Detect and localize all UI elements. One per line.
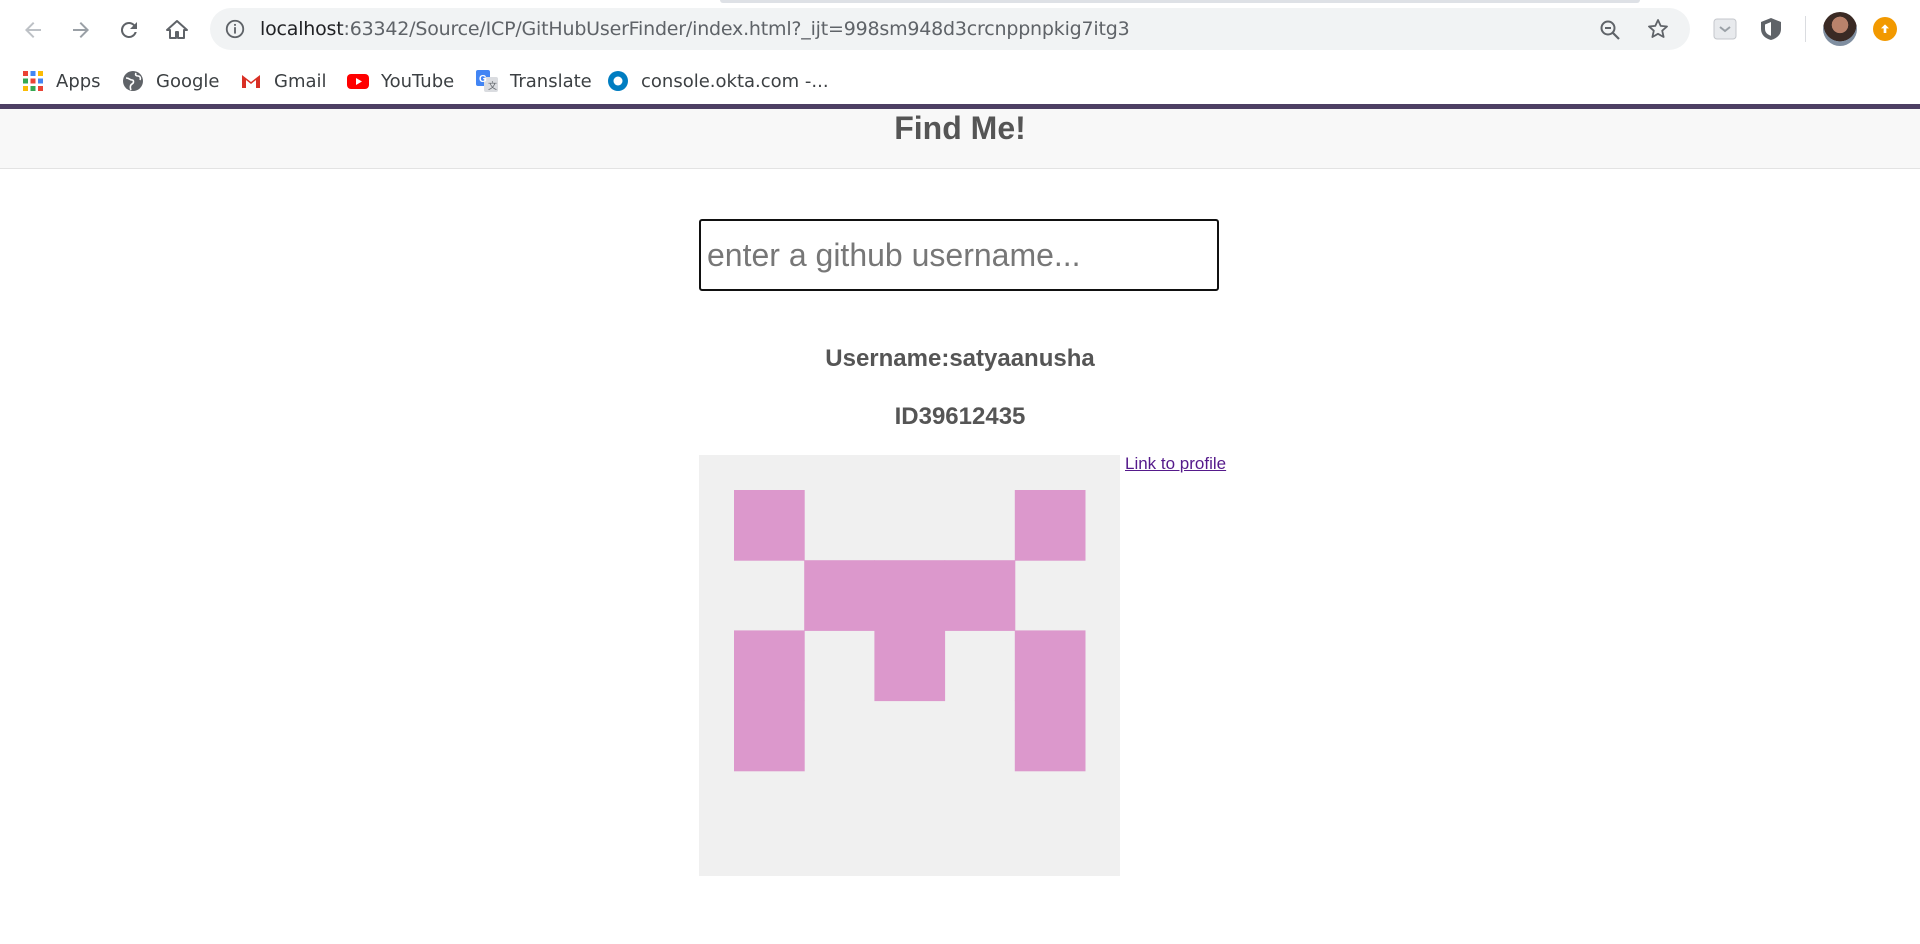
apps-grid-icon <box>23 71 43 91</box>
profile-avatar[interactable] <box>1823 12 1857 46</box>
address-bar[interactable]: localhost:63342/Source/ICP/GitHubUserFin… <box>210 8 1690 50</box>
identicon-cell <box>1014 700 1086 772</box>
identicon-cell <box>1014 490 1086 561</box>
identicon-cell <box>874 560 946 631</box>
page-title: Find Me! <box>894 110 1026 146</box>
identicon-cell <box>874 630 946 702</box>
identicon-cell <box>734 630 805 702</box>
url-host: localhost <box>260 18 344 40</box>
username-search-input[interactable] <box>699 219 1219 291</box>
okta-icon <box>608 71 628 91</box>
pocket-extension-icon[interactable] <box>1712 16 1738 42</box>
identicon-cell <box>734 700 805 772</box>
chrome-update-icon[interactable] <box>1873 17 1897 41</box>
identicon-image <box>734 490 1086 772</box>
bookmark-label: Gmail <box>274 70 327 92</box>
user-avatar-identicon <box>699 455 1120 876</box>
svg-text:文: 文 <box>488 80 497 91</box>
bookmark-label: Translate <box>510 70 592 92</box>
bookmark-gmail[interactable]: Gmail <box>240 68 327 94</box>
home-icon <box>166 20 188 39</box>
browser-toolbar: localhost:63342/Source/ICP/GitHubUserFin… <box>0 0 1920 58</box>
bookmark-label: console.okta.com -... <box>641 70 829 92</box>
arrow-left-icon <box>25 22 41 38</box>
reload-button[interactable] <box>111 12 147 48</box>
page-header: Find Me! <box>0 109 1920 169</box>
bookmark-apps[interactable]: Apps <box>22 68 101 94</box>
shield-extension-icon[interactable] <box>1758 16 1784 42</box>
bookmark-okta[interactable]: console.okta.com -... <box>607 68 829 94</box>
identicon-cell <box>804 560 875 631</box>
identicon-cell <box>734 490 805 561</box>
translate-icon: G文 <box>476 70 498 92</box>
back-button[interactable] <box>15 12 51 48</box>
globe-icon <box>123 71 143 91</box>
identicon-cell <box>1014 630 1086 702</box>
user-id-label: ID39612435 <box>894 403 1026 430</box>
bookmark-star-icon[interactable] <box>1646 17 1670 41</box>
info-icon[interactable] <box>224 18 246 40</box>
url-text[interactable]: localhost:63342/Source/ICP/GitHubUserFin… <box>260 18 1130 40</box>
bookmark-youtube[interactable]: YouTube <box>347 68 454 94</box>
bookmark-label: Apps <box>56 70 101 92</box>
identicon-cell <box>944 560 1016 631</box>
youtube-icon <box>347 74 369 89</box>
bookmark-google[interactable]: Google <box>122 68 219 94</box>
reload-icon <box>120 21 137 38</box>
toolbar-divider <box>1805 16 1806 42</box>
home-button[interactable] <box>159 12 195 48</box>
bookmark-label: Google <box>156 70 220 92</box>
username-label: Username:satyaanusha <box>825 345 1095 372</box>
svg-text:G: G <box>479 74 487 85</box>
tab-strip-edge <box>720 0 1640 3</box>
bookmarks-bar: Apps Google Gmail YouTube G文 Translate c… <box>0 58 1920 104</box>
zoom-out-icon[interactable] <box>1598 18 1622 42</box>
bookmark-label: YouTube <box>381 70 455 92</box>
arrow-right-icon <box>73 22 89 38</box>
gmail-icon <box>242 75 260 88</box>
forward-button[interactable] <box>63 12 99 48</box>
url-path: :63342/Source/ICP/GitHubUserFinder/index… <box>343 18 1130 40</box>
profile-link[interactable]: Link to profile <box>1125 454 1226 474</box>
bookmark-translate[interactable]: G文 Translate <box>476 68 592 94</box>
